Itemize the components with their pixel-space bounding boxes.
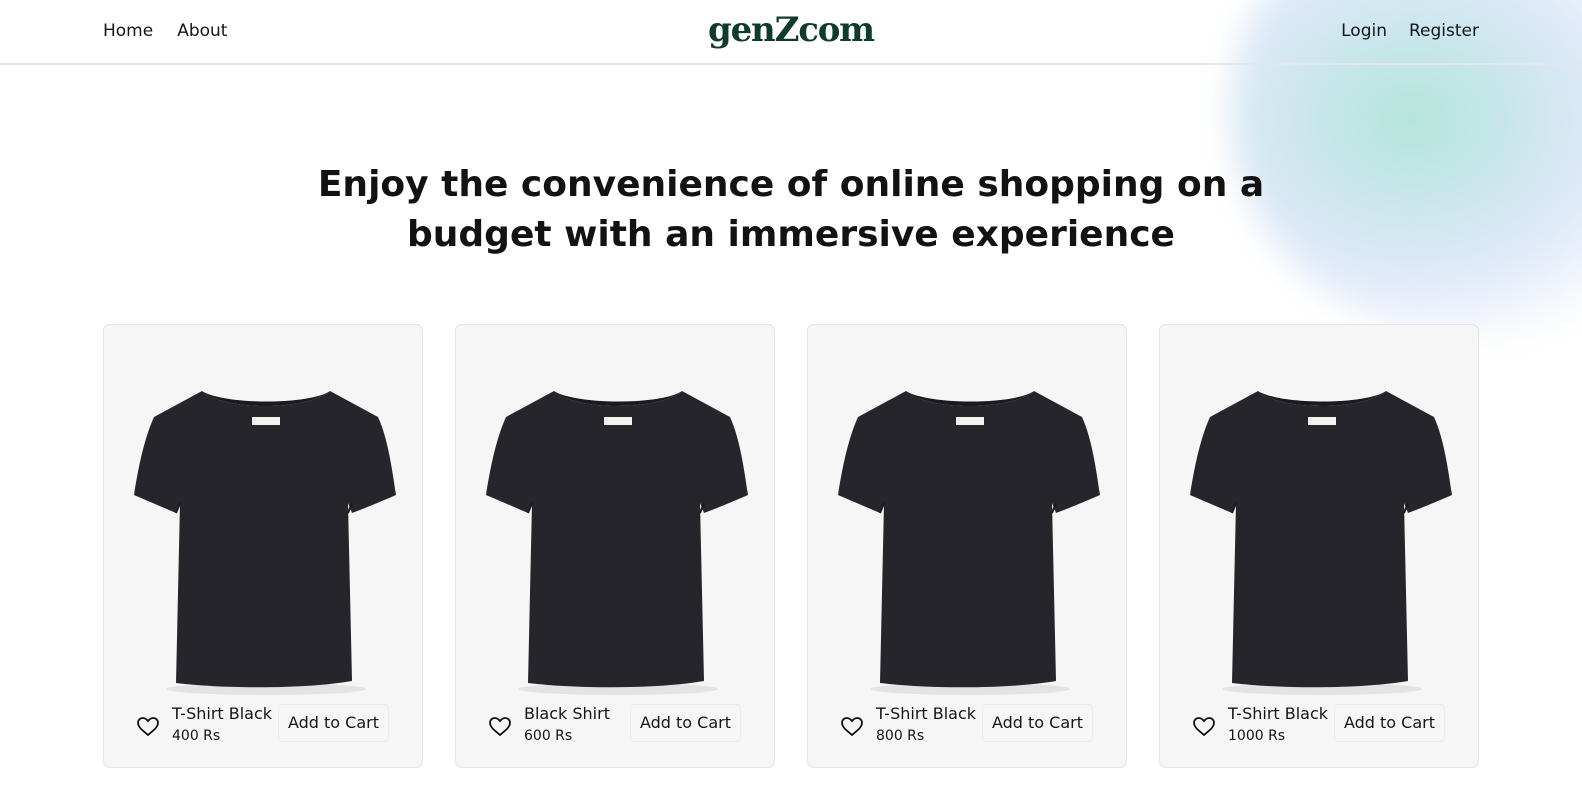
product-image[interactable] [134, 381, 399, 701]
product-image[interactable] [1190, 381, 1455, 701]
heart-icon[interactable] [136, 715, 160, 739]
hero-line-1: Enjoy the convenience of online shopping… [317, 164, 1265, 205]
product-card-footer: T-Shirt Black 400 Rs Add to Cart [104, 703, 422, 753]
login-link[interactable]: Login [1341, 21, 1387, 41]
top-navbar: Home About genZcom Login Register [0, 0, 1582, 65]
heart-icon[interactable] [488, 715, 512, 739]
add-to-cart-button[interactable]: Add to Cart [981, 704, 1093, 742]
product-card[interactable]: T-Shirt Black 800 Rs Add to Cart [807, 324, 1127, 768]
add-to-cart-button[interactable]: Add to Cart [277, 704, 389, 742]
add-to-cart-button[interactable]: Add to Cart [1333, 704, 1445, 742]
product-card[interactable]: Black Shirt 600 Rs Add to Cart [455, 324, 775, 768]
product-price: 600 Rs [524, 728, 573, 744]
add-to-cart-button[interactable]: Add to Cart [629, 704, 741, 742]
page: Home About genZcom Login Register Enjoy … [0, 0, 1582, 787]
heart-icon[interactable] [1192, 715, 1216, 739]
product-name: T-Shirt Black [172, 704, 273, 723]
product-card-footer: T-Shirt Black 1000 Rs Add to Cart [1160, 703, 1478, 753]
product-name: T-Shirt Black [1228, 704, 1329, 723]
product-image[interactable] [486, 381, 751, 701]
product-card[interactable]: T-Shirt Black 400 Rs Add to Cart [103, 324, 423, 768]
register-link[interactable]: Register [1409, 21, 1479, 41]
product-card[interactable]: T-Shirt Black 1000 Rs Add to Cart [1159, 324, 1479, 768]
product-price: 1000 Rs [1228, 728, 1286, 744]
product-price: 800 Rs [876, 728, 925, 744]
hero-line-2: budget with an immersive experience [407, 214, 1175, 255]
product-image[interactable] [838, 381, 1103, 701]
product-name: Black Shirt [524, 704, 610, 723]
product-card-footer: T-Shirt Black 800 Rs Add to Cart [808, 703, 1126, 753]
product-card-footer: Black Shirt 600 Rs Add to Cart [456, 703, 774, 753]
product-price: 400 Rs [172, 728, 221, 744]
product-name: T-Shirt Black [876, 704, 977, 723]
hero-headline: Enjoy the convenience of online shopping… [0, 160, 1582, 260]
heart-icon[interactable] [840, 715, 864, 739]
account-nav: Login Register [1341, 21, 1479, 41]
